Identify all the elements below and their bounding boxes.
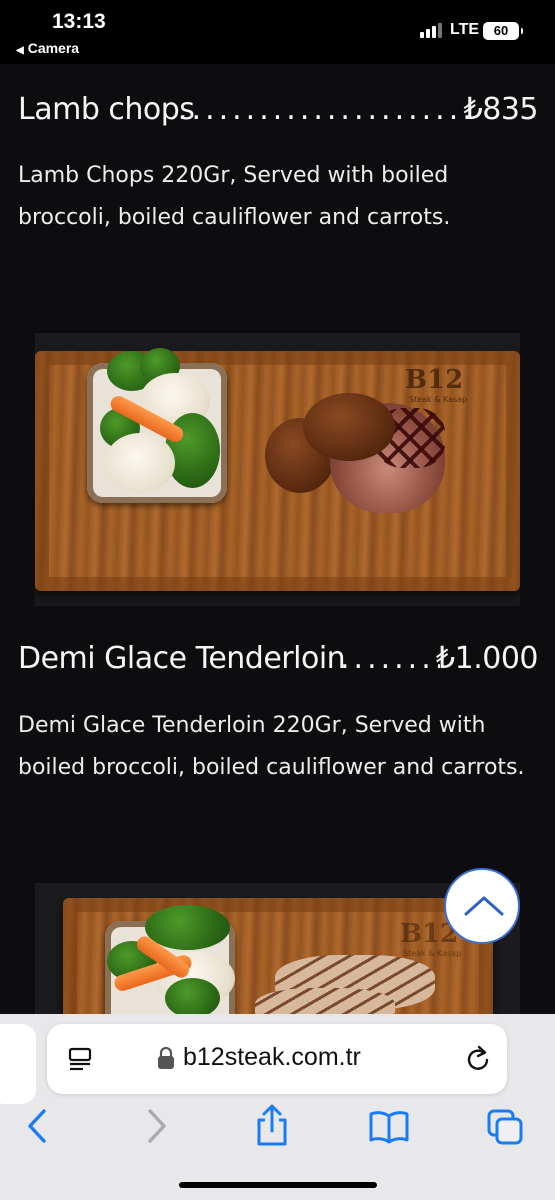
menu-item-title: Demi Glace Tenderloin .............. ₺1.… [18,641,538,676]
back-app-label: Camera [27,40,80,56]
address-bar[interactable]: b12steak.com.tr [47,1024,507,1094]
board-logo-subtitle: Steak & Kasap [409,395,468,404]
home-indicator[interactable] [179,1182,377,1188]
signal-icon [420,22,444,38]
back-triangle-icon: ◀ [16,45,24,56]
menu-item-description: Lamb Chops 220Gr, Served with boiled bro… [18,163,451,230]
share-icon[interactable] [254,1104,290,1148]
dot-leader: ........................................ [178,92,473,127]
back-arrow-icon[interactable] [24,1106,50,1146]
menu-item-name: Demi Glace Tenderloin [18,641,346,676]
menu-item-price: ₺835 [463,92,539,127]
dish-photo: B12 Steak & Kasap [35,333,520,606]
bookmarks-icon[interactable] [368,1110,410,1144]
chevron-up-icon [464,896,504,916]
url-text[interactable]: b12steak.com.tr [183,1043,361,1072]
tabs-icon[interactable] [486,1108,524,1146]
board-logo: B12 [405,365,464,395]
network-type: LTE [450,21,480,38]
status-time: 13:13 [52,10,106,33]
menu-item-title: Lamb chops .............................… [18,92,539,127]
menu-item-price: ₺1.000 [436,641,538,676]
battery-icon: 60 [483,22,523,40]
reload-icon[interactable] [465,1044,493,1074]
scroll-to-top-button[interactable] [444,868,520,944]
board-logo-subtitle: Steak & Kasap [403,949,462,958]
lock-icon [158,1046,174,1069]
previous-tab-peek[interactable] [0,1024,36,1104]
reader-icon[interactable] [67,1046,93,1072]
menu-item-name: Lamb chops [18,92,195,127]
back-to-app-link[interactable]: ◀ Camera [16,40,79,56]
status-bar: 13:13 ◀ Camera LTE 60 [0,0,555,64]
menu-item-description: Demi Glace Tenderloin 220Gr, Served with… [18,713,525,780]
dot-leader: .............. [340,641,440,676]
browser-bottom-bar: b12steak.com.tr [0,1014,555,1200]
forward-arrow-icon[interactable] [144,1106,170,1146]
